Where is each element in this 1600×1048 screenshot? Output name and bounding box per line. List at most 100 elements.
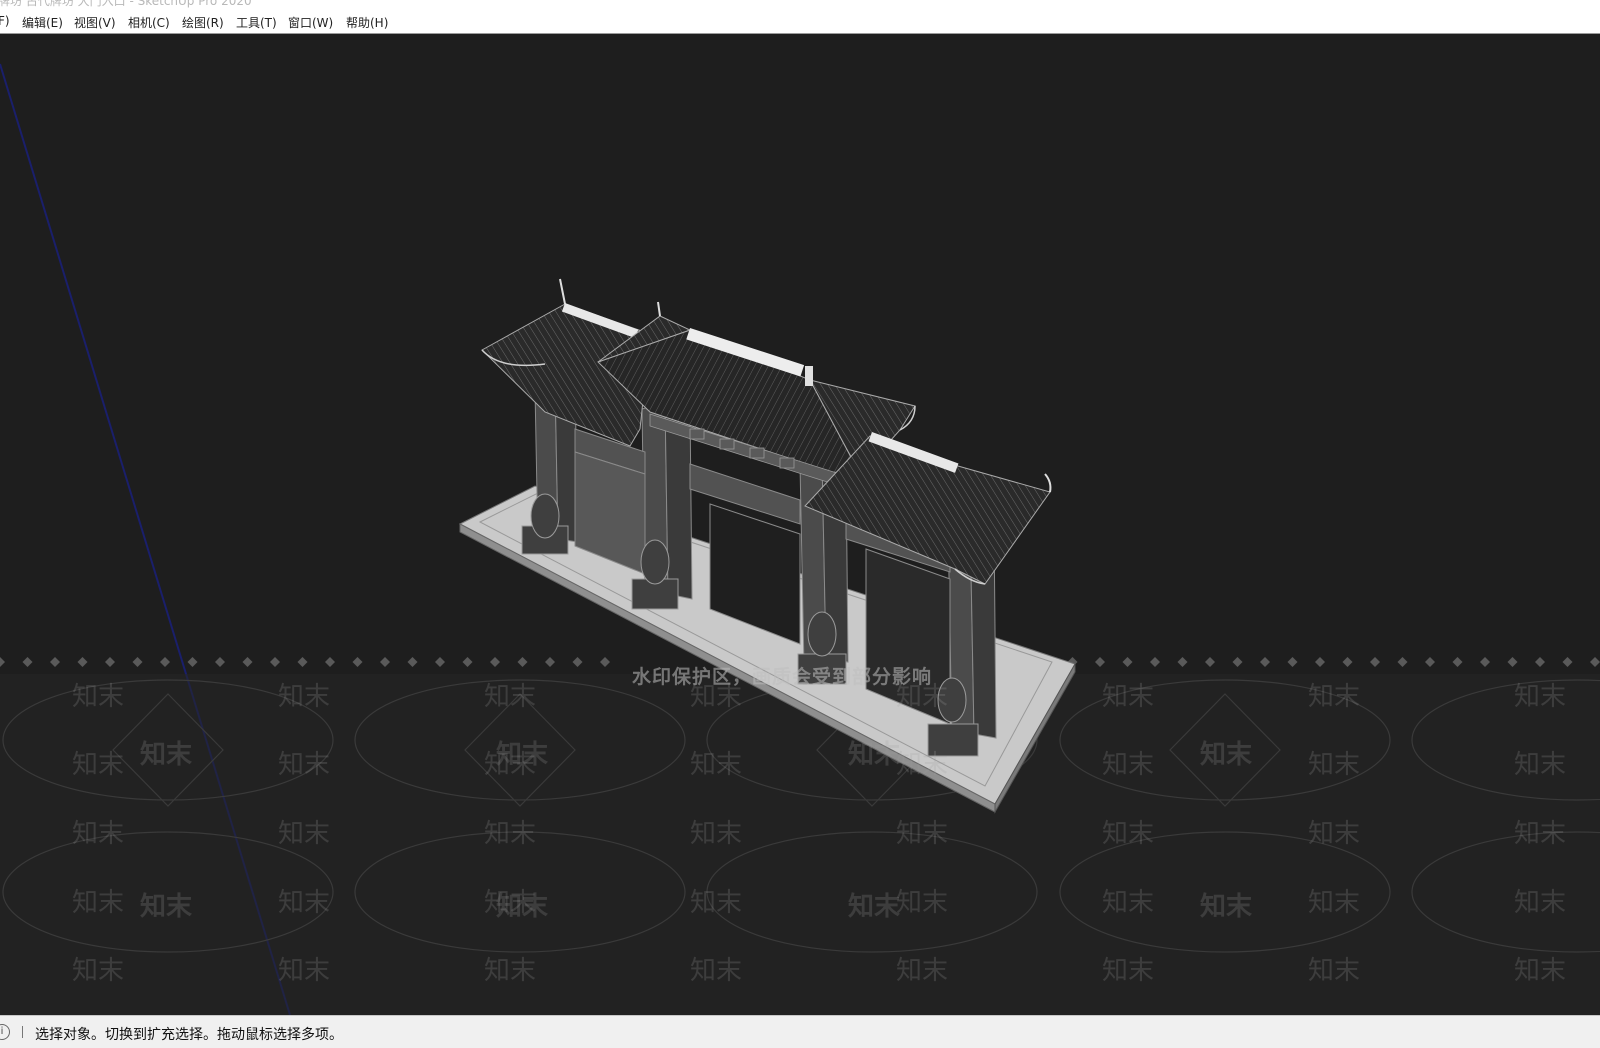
watermark-brand-text: 知末 — [1102, 682, 1155, 712]
watermark-brand-text: 知末 — [1514, 819, 1567, 849]
watermark-brand-text: 知末 — [690, 682, 743, 712]
watermark-dot — [462, 657, 473, 667]
watermark-brand-text: 知末 — [1200, 740, 1253, 770]
watermark-brand-text: 知末 — [72, 956, 125, 986]
watermark-notice: 水印保护区，画质会受到部分影响 — [632, 666, 933, 688]
watermark-brand-text: 知末 — [278, 682, 331, 712]
watermark-brand-text: 知末 — [1200, 892, 1253, 922]
watermark-brand-text: 知末 — [1102, 888, 1155, 918]
watermark-dot — [1260, 657, 1270, 667]
watermark-dot — [0, 657, 5, 667]
watermark-dot — [1507, 657, 1518, 667]
watermark-dot — [435, 657, 445, 667]
watermark-dot — [325, 657, 335, 667]
watermark-dot — [22, 657, 33, 667]
watermark-dot — [1177, 657, 1188, 667]
watermark-brand-text: 知末 — [690, 819, 743, 849]
watermark-brand-text: 知末 — [496, 740, 549, 770]
watermark-brand-text: 知末 — [72, 750, 125, 780]
watermark-brand-text: 知末 — [1514, 888, 1567, 918]
watermark-dot — [77, 657, 88, 667]
window-title: 牌坊 古代牌坊 大门入口 - SketchUp Pro 2020 — [0, 0, 252, 8]
watermark-brand-text: 知末 — [484, 682, 537, 712]
watermark-dot — [242, 657, 253, 667]
watermark-brand-text: 知末 — [1102, 819, 1155, 849]
watermark-dot — [1535, 657, 1545, 667]
watermark-brand-text: 知末 — [1102, 956, 1155, 986]
watermark-brand-text: 知末 — [896, 888, 949, 918]
watermark-dot — [1562, 657, 1573, 667]
watermark-brand-text: 知末 — [484, 956, 537, 986]
watermark-dot — [270, 657, 280, 667]
watermark-brand-text: 知末 — [278, 819, 331, 849]
watermark-dot — [1287, 657, 1298, 667]
watermark-dot — [1315, 657, 1325, 667]
watermark-brand-text: 知末 — [1308, 750, 1361, 780]
watermark-dot — [1122, 657, 1133, 667]
watermark-brand-text: 知末 — [896, 750, 949, 780]
watermark-dot — [1480, 657, 1490, 667]
watermark-brand-text: 知末 — [1514, 956, 1567, 986]
menu-tools[interactable]: 工具(T) — [234, 14, 279, 31]
watermark-brand-text: 知末 — [278, 888, 331, 918]
watermark-brand-text: 知末 — [1308, 682, 1361, 712]
watermark-brand-text: 知末 — [72, 819, 125, 849]
watermark-brand-text: 知末 — [278, 750, 331, 780]
scene-canvas[interactable] — [0, 34, 1600, 1015]
watermark-brand-text: 知末 — [72, 888, 125, 918]
watermark-brand-text: 知末 — [896, 819, 949, 849]
watermark-dot — [1425, 657, 1435, 667]
watermark-dot — [1452, 657, 1463, 667]
watermark-dot — [105, 657, 115, 667]
watermark-dot — [132, 657, 143, 667]
menu-bar: F) 编辑(E) 视图(V) 相机(C) 绘图(R) 工具(T) 窗口(W) 帮… — [0, 12, 1600, 34]
watermark-brand-text: 知末 — [896, 956, 949, 986]
menu-camera[interactable]: 相机(C) — [126, 14, 172, 31]
watermark-brand-text: 知末 — [278, 956, 331, 986]
status-bar: i 选择对象。切换到扩充选择。拖动鼠标选择多项。 — [0, 1015, 1600, 1048]
watermark-brand-text: 知末 — [690, 750, 743, 780]
menu-window[interactable]: 窗口(W) — [286, 14, 335, 31]
watermark-brand-text: 知末 — [690, 888, 743, 918]
watermark-brand-text: 知末 — [848, 892, 901, 922]
watermark-dot — [380, 657, 390, 667]
watermark-dot — [187, 657, 198, 667]
watermark-dot — [1370, 657, 1380, 667]
watermark-brand-text: 知末 — [496, 892, 549, 922]
watermark-dot — [1397, 657, 1408, 667]
3d-viewport[interactable]: 水印保护区，画质会受到部分影响 知末 知末 知末 知末 知末 知末 知末 知末 知末 知末 知末 知末… — [0, 34, 1600, 1015]
watermark-dot — [50, 657, 60, 667]
menu-file[interactable]: F) — [0, 14, 12, 28]
watermark-dot — [1342, 657, 1353, 667]
watermark-brand-text: 知末 — [1308, 888, 1361, 918]
watermark-dot — [160, 657, 170, 667]
watermark-brand-text: 知末 — [1308, 956, 1361, 986]
menu-draw[interactable]: 绘图(R) — [180, 14, 226, 31]
status-message: 选择对象。切换到扩充选择。拖动鼠标选择多项。 — [35, 1027, 343, 1043]
watermark-brand-text: 知末 — [72, 682, 125, 712]
menu-edit[interactable]: 编辑(E) — [20, 14, 65, 31]
watermark-dot — [517, 657, 528, 667]
watermark-dot — [1150, 657, 1160, 667]
watermark-dot — [1232, 657, 1243, 667]
watermark-dot — [490, 657, 500, 667]
watermark-brand-text: 知末 — [896, 682, 949, 712]
title-bar: 牌坊 古代牌坊 大门入口 - SketchUp Pro 2020 — [0, 0, 1600, 12]
watermark-dot — [215, 657, 225, 667]
watermark-brand-text: 知末 — [140, 892, 193, 922]
menu-view[interactable]: 视图(V) — [72, 14, 118, 31]
watermark-dot — [1590, 657, 1600, 667]
watermark-dot — [545, 657, 555, 667]
watermark-brand-text: 知末 — [690, 956, 743, 986]
watermark-brand-text: 知末 — [1308, 819, 1361, 849]
menu-help[interactable]: 帮助(H) — [344, 14, 390, 31]
info-icon[interactable]: i — [0, 1024, 10, 1040]
watermark-brand-text: 知末 — [1102, 750, 1155, 780]
watermark-brand-text: 知末 — [1514, 750, 1567, 780]
watermark-dot — [352, 657, 363, 667]
sketchup-window: 牌坊 古代牌坊 大门入口 - SketchUp Pro 2020 F) 编辑(E… — [0, 0, 1600, 1048]
status-separator — [22, 1026, 23, 1038]
watermark-brand-text: 知末 — [1514, 682, 1567, 712]
watermark-brand-text: 知末 — [140, 740, 193, 770]
watermark-dot — [1205, 657, 1215, 667]
